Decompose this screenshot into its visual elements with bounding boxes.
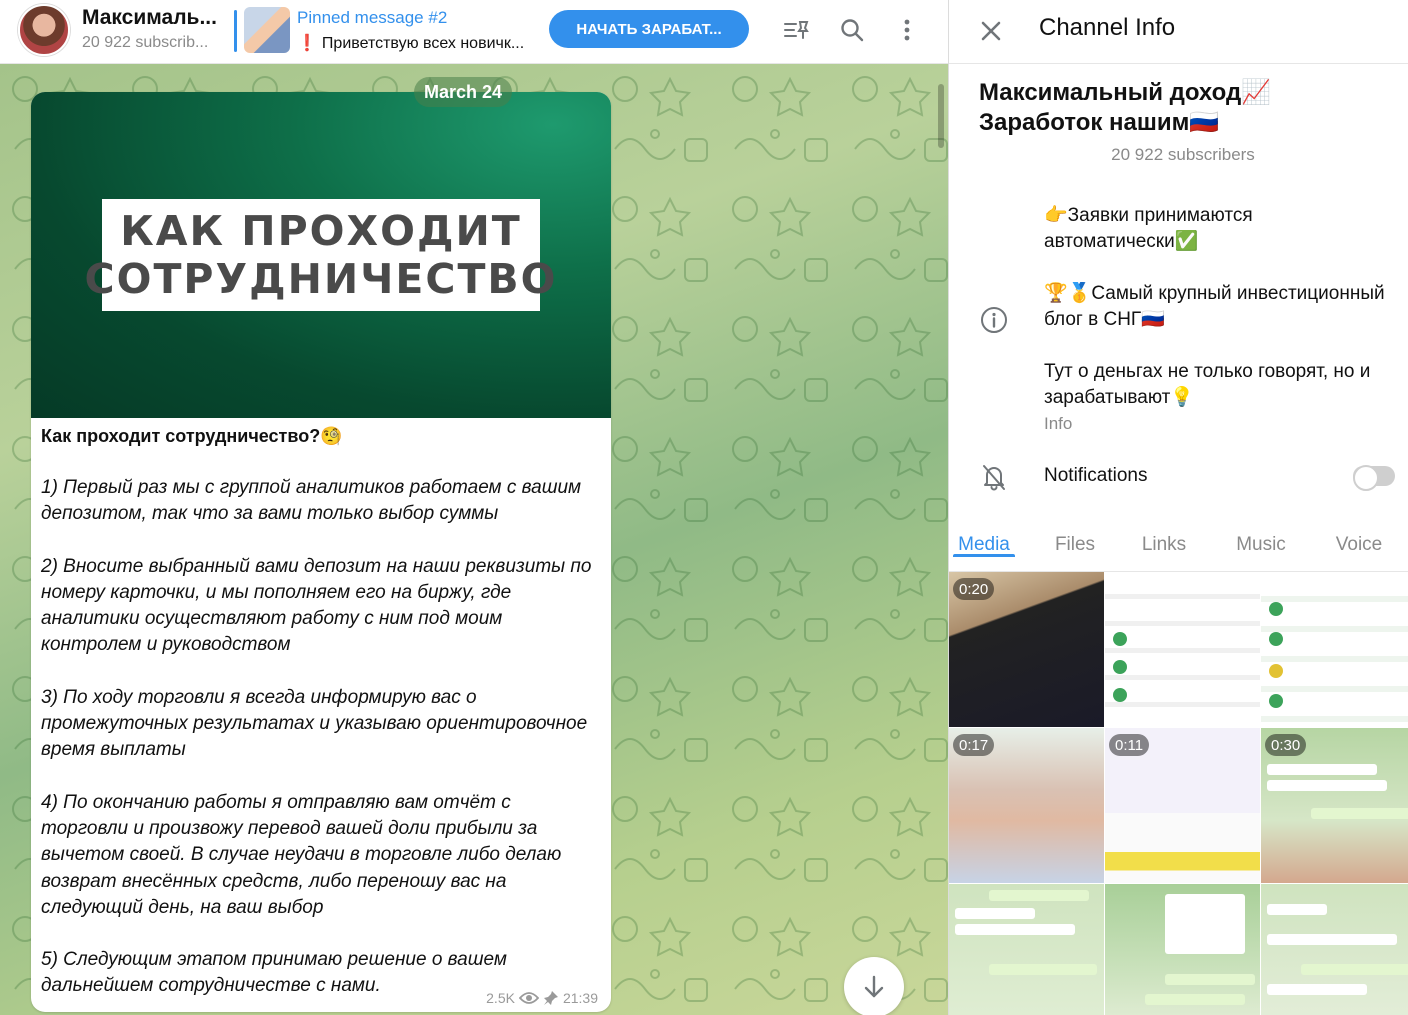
more-menu-icon[interactable]	[893, 16, 921, 44]
media-item[interactable]: 0:17	[949, 728, 1104, 883]
chat-bubble	[989, 890, 1089, 901]
bell-muted-icon	[983, 465, 1005, 491]
media-item[interactable]	[1105, 884, 1260, 1015]
post-meta: 2.5K 21:39	[486, 990, 598, 1006]
post-views: 2.5K	[486, 990, 515, 1006]
tab-music[interactable]: Music	[1231, 526, 1291, 556]
date-separator: March 24	[414, 77, 513, 107]
post-paragraph-3: 3) По ходу торговли я всегда информирую …	[41, 686, 588, 761]
pinned-indicator	[234, 10, 237, 52]
chat-pane: Максималь... 20 922 subscrib... Pinned m…	[0, 0, 948, 1015]
chat-header: Максималь... 20 922 subscrib... Pinned m…	[0, 0, 948, 64]
pinned-list-icon[interactable]	[782, 16, 810, 44]
pinned-thumbnail[interactable]	[244, 7, 290, 53]
media-item[interactable]: 0:11	[1105, 728, 1260, 883]
description-line-1: 👉Заявки принимаются автоматически✅	[1044, 205, 1253, 252]
channel-name-line-1: Максимальный доход📈	[979, 79, 1272, 106]
media-item[interactable]	[949, 884, 1104, 1015]
chat-bubble	[1267, 780, 1387, 791]
post-image-card: КАК ПРОХОДИТ СОТРУДНИЧЕСТВО	[85, 199, 556, 311]
close-button[interactable]	[977, 17, 1005, 45]
video-duration: 0:30	[1265, 734, 1307, 756]
eye-icon	[518, 992, 539, 1004]
media-tabs: Media Files Links Music Voice	[949, 526, 1408, 572]
status-dot	[1113, 688, 1127, 702]
tab-media[interactable]: Media	[953, 526, 1015, 557]
channel-post: КАК ПРОХОДИТ СОТРУДНИЧЕСТВО Как проходит…	[31, 92, 611, 1012]
media-item[interactable]: 0:20	[949, 572, 1104, 727]
post-paragraph-2: 2) Вносите выбранный вами депозит на наш…	[41, 555, 592, 656]
video-duration: 0:11	[1109, 734, 1150, 756]
media-grid: 0:20 0:17 0:11 0:30	[949, 572, 1408, 1015]
notifications-label: Notifications	[1044, 465, 1148, 486]
video-duration: 0:17	[953, 734, 995, 756]
chat-bubble	[1165, 894, 1245, 954]
chat-bubble	[1145, 994, 1245, 1005]
media-item[interactable]	[1105, 572, 1260, 727]
chat-bubble	[1165, 974, 1255, 985]
status-dot	[1113, 632, 1127, 646]
tab-links[interactable]: Links	[1137, 526, 1191, 556]
pinned-text-label: Приветствую всех новичк...	[321, 35, 525, 52]
tab-files[interactable]: Files	[1049, 526, 1101, 556]
status-dot	[1269, 664, 1283, 678]
channel-title[interactable]: Максималь...	[82, 6, 228, 30]
chat-bubble	[955, 908, 1035, 919]
chat-bubble	[1267, 904, 1327, 915]
arrow-down-icon	[864, 975, 884, 998]
post-paragraph-1: 1) Первый раз мы с группой аналитиков ра…	[41, 477, 582, 525]
channel-avatar[interactable]	[18, 4, 70, 56]
pinned-text[interactable]: ❗ Приветствую всех новичк...	[297, 33, 547, 53]
media-item[interactable]	[1261, 572, 1408, 727]
cta-button[interactable]: НАЧАТЬ ЗАРАБАТ...	[549, 10, 749, 48]
pin-icon	[543, 991, 558, 1005]
tab-voice[interactable]: Voice	[1331, 526, 1387, 556]
cta-button-label: НАЧАТЬ ЗАРАБАТ...	[576, 20, 722, 38]
chat-bubble	[1301, 964, 1408, 975]
panel-subscribers: 20 922 subscribers	[1111, 145, 1255, 164]
post-heading: Как проходит сотрудничество?🧐	[41, 426, 343, 446]
description-line-3: Тут о деньгах не только говорят, но и за…	[1044, 361, 1371, 408]
post-text: Как проходит сотрудничество?🧐 1) Первый …	[31, 418, 611, 1000]
status-dot	[1269, 632, 1283, 646]
pinned-title[interactable]: Pinned message #2	[297, 8, 447, 28]
post-time: 21:39	[562, 990, 598, 1006]
post-image-line-1: КАК ПРОХОДИТ	[120, 207, 522, 255]
scroll-down-button[interactable]	[844, 957, 904, 1015]
description-line-2: 🏆🥇Самый крупный инвестиционный блог в СН…	[1044, 283, 1385, 330]
channel-description[interactable]: 👉Заявки принимаются автоматически✅ 🏆🥇Сам…	[1044, 203, 1406, 437]
exclamation-icon: ❗	[297, 35, 317, 52]
search-icon[interactable]	[838, 16, 866, 44]
channel-info-panel: Channel Info Максимальный доход📈 Заработ…	[948, 0, 1408, 1015]
channel-subscribers: 20 922 subscrib...	[82, 34, 209, 51]
status-dot	[1269, 602, 1283, 616]
chat-bubble	[1267, 984, 1367, 995]
chat-bubble	[955, 924, 1075, 935]
video-duration: 0:20	[953, 578, 995, 600]
post-image-line-2: СОТРУДНИЧЕСТВО	[84, 255, 558, 303]
telegram-app: Максималь... 20 922 subscrib... Pinned m…	[0, 0, 1408, 1015]
close-icon	[981, 21, 1001, 41]
info-icon	[981, 307, 1007, 333]
channel-name: Максимальный доход📈 Заработок нашим🇷🇺	[979, 78, 1399, 138]
channel-name-line-2: Заработок нашим🇷🇺	[979, 109, 1220, 136]
panel-header: Channel Info	[949, 0, 1408, 64]
chat-bubble	[989, 964, 1097, 975]
chat-scrollbar[interactable]	[938, 84, 944, 148]
chat-bubble	[1267, 764, 1377, 775]
media-item[interactable]	[1261, 884, 1408, 1015]
media-item[interactable]: 0:30	[1261, 728, 1408, 883]
status-dot	[1113, 660, 1127, 674]
panel-title: Channel Info	[1039, 14, 1176, 41]
chat-bubble	[1267, 934, 1397, 945]
notifications-toggle[interactable]	[1353, 465, 1395, 491]
chat-background: КАК ПРОХОДИТ СОТРУДНИЧЕСТВО Как проходит…	[0, 64, 948, 1015]
status-dot	[1269, 694, 1283, 708]
chat-bubble	[1311, 808, 1408, 819]
post-image[interactable]: КАК ПРОХОДИТ СОТРУДНИЧЕСТВО	[31, 92, 611, 418]
post-paragraph-4: 4) По окончанию работы я отправляю вам о…	[41, 791, 562, 918]
info-label: Info	[1044, 414, 1073, 433]
